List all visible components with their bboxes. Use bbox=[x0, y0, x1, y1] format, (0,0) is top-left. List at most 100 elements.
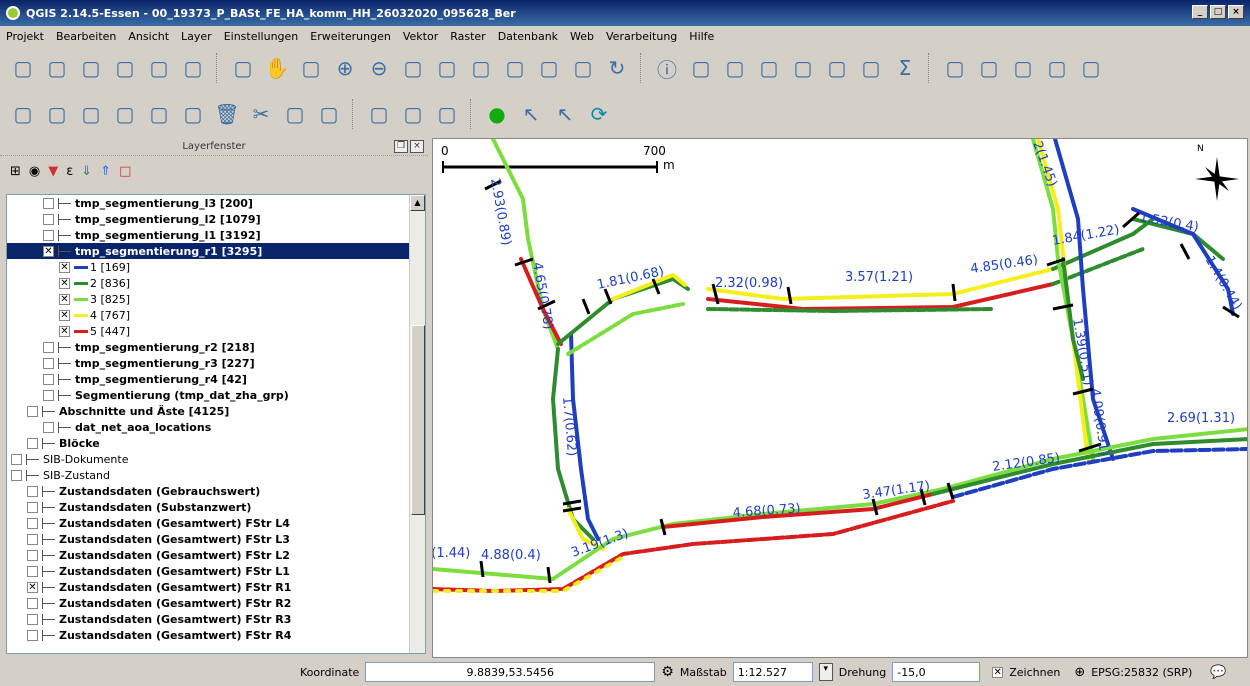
layer-item[interactable]: ✕ 2 [836] bbox=[7, 275, 409, 291]
text-annotation-icon[interactable]: ▢ bbox=[1076, 53, 1106, 83]
layer-checkbox[interactable]: ✕ bbox=[59, 261, 70, 273]
zoom-out-icon[interactable]: ⊖ bbox=[364, 53, 394, 83]
menu-erweiterungen[interactable]: Erweiterungen bbox=[310, 30, 391, 43]
add-group-icon[interactable]: ⊞ bbox=[10, 164, 21, 179]
node-tool-icon[interactable]: ▢ bbox=[178, 99, 208, 129]
layer-checkbox[interactable] bbox=[27, 565, 38, 577]
layer-item[interactable]: ✕ Zustandsdaten (Gesamtwert) FStr R1 bbox=[7, 579, 409, 595]
layer-item[interactable]: Abschnitte und Äste [4125] bbox=[7, 403, 409, 419]
filter-expression-icon[interactable]: ε bbox=[66, 164, 73, 179]
scale-dropdown-icon[interactable]: ▾ bbox=[818, 663, 833, 681]
layer-item[interactable]: dat_net_aoa_locations bbox=[7, 419, 409, 435]
layer-item[interactable]: Zustandsdaten (Substanzwert) bbox=[7, 499, 409, 515]
visibility-icon[interactable]: ◉ bbox=[29, 164, 40, 179]
layer-item[interactable]: tmp_segmentierung_r2 [218] bbox=[7, 339, 409, 355]
scroll-thumb[interactable] bbox=[411, 325, 425, 515]
layer-checkbox[interactable] bbox=[27, 405, 38, 417]
layer-checkbox[interactable]: ✕ bbox=[59, 325, 70, 337]
layer-checkbox[interactable] bbox=[11, 453, 22, 465]
layer-item[interactable]: Zustandsdaten (Gesamtwert) FStr L3 bbox=[7, 531, 409, 547]
layer-checkbox[interactable] bbox=[43, 229, 54, 241]
green-status-icon[interactable]: ● bbox=[482, 99, 512, 129]
menu-ansicht[interactable]: Ansicht bbox=[128, 30, 169, 43]
select-pointer-icon[interactable]: ↖ bbox=[550, 99, 580, 129]
layer-item[interactable]: tmp_segmentierung_r4 [42] bbox=[7, 371, 409, 387]
layer-item[interactable]: tmp_segmentierung_r3 [227] bbox=[7, 355, 409, 371]
menu-projekt[interactable]: Projekt bbox=[6, 30, 44, 43]
layer-checkbox[interactable] bbox=[11, 469, 22, 481]
refresh-circle-icon[interactable]: ⟳ bbox=[584, 99, 614, 129]
open-project-icon[interactable]: ▢ bbox=[42, 53, 72, 83]
menu-datenbank[interactable]: Datenbank bbox=[498, 30, 558, 43]
menu-vektor[interactable]: Vektor bbox=[403, 30, 438, 43]
float-panel-button[interactable]: ❐ bbox=[394, 140, 408, 153]
crs-label[interactable]: EPSG:25832 (SRP) bbox=[1091, 666, 1192, 679]
print-icon[interactable]: ▢ bbox=[398, 99, 428, 129]
toggle-editing-icon[interactable]: ▢ bbox=[42, 99, 72, 129]
menu-hilfe[interactable]: Hilfe bbox=[689, 30, 714, 43]
layer-checkbox[interactable] bbox=[43, 389, 54, 401]
new-project-icon[interactable]: ▢ bbox=[8, 53, 38, 83]
paste-features-icon[interactable]: ▢ bbox=[314, 99, 344, 129]
copy-features-icon[interactable]: ▢ bbox=[280, 99, 310, 129]
zoom-to-selection-icon[interactable]: ▢ bbox=[466, 53, 496, 83]
action-icon[interactable]: ▢ bbox=[686, 53, 716, 83]
layer-item[interactable]: ✕ 4 [767] bbox=[7, 307, 409, 323]
zoom-last-icon[interactable]: ▢ bbox=[534, 53, 564, 83]
layer-item[interactable]: Zustandsdaten (Gesamtwert) FStr R3 bbox=[7, 611, 409, 627]
menu-web[interactable]: Web bbox=[570, 30, 594, 43]
layer-checkbox[interactable] bbox=[27, 517, 38, 529]
select-features-icon[interactable]: ▢ bbox=[720, 53, 750, 83]
map-canvas[interactable]: 0 700 m N 2.93(0.89) 4.65(0.78) 1.81(0.6… bbox=[432, 138, 1248, 658]
layer-item[interactable]: ✕ tmp_segmentierung_r1 [3295] bbox=[7, 243, 409, 259]
layer-item[interactable]: Segmentierung (tmp_dat_zha_grp) bbox=[7, 387, 409, 403]
rotation-field[interactable]: -15,0 bbox=[892, 662, 981, 682]
layer-item[interactable]: Zustandsdaten (Gesamtwert) FStr R2 bbox=[7, 595, 409, 611]
field-calculator-icon[interactable]: ▢ bbox=[856, 53, 886, 83]
map-tips-icon[interactable]: ▢ bbox=[974, 53, 1004, 83]
layer-tree-scrollbar[interactable]: ▲ bbox=[409, 195, 425, 653]
zoom-full-icon[interactable]: ▢ bbox=[432, 53, 462, 83]
layer-item[interactable]: SIB-Zustand bbox=[7, 467, 409, 483]
layer-checkbox[interactable] bbox=[27, 437, 38, 449]
layer-item[interactable]: ✕ 5 [447] bbox=[7, 323, 409, 339]
expand-all-icon[interactable]: ⇓ bbox=[81, 164, 92, 179]
layer-item[interactable]: ✕ 1 [169] bbox=[7, 259, 409, 275]
layer-item[interactable]: tmp_segmentierung_l3 [200] bbox=[7, 195, 409, 211]
scale-field[interactable]: 1:12.527 bbox=[732, 662, 813, 682]
attribute-table-icon[interactable]: ▢ bbox=[822, 53, 852, 83]
layer-item[interactable]: ✕ 3 [825] bbox=[7, 291, 409, 307]
layer-checkbox[interactable] bbox=[43, 197, 54, 209]
menu-bearbeiten[interactable]: Bearbeiten bbox=[56, 30, 116, 43]
identify-icon[interactable]: ⓘ bbox=[652, 53, 682, 83]
pointer-icon[interactable]: ↖ bbox=[516, 99, 546, 129]
layer-checkbox[interactable] bbox=[27, 613, 38, 625]
remove-layer-icon[interactable]: □ bbox=[119, 164, 131, 179]
collapse-all-icon[interactable]: ⇑ bbox=[100, 164, 111, 179]
messages-icon[interactable]: 💬 bbox=[1210, 665, 1226, 680]
filter-icon[interactable]: ▼ bbox=[48, 164, 58, 179]
menu-einstellungen[interactable]: Einstellungen bbox=[224, 30, 299, 43]
statistics-icon[interactable]: Σ bbox=[890, 53, 920, 83]
add-feature-icon[interactable]: ▢ bbox=[110, 99, 140, 129]
layer-item[interactable]: tmp_segmentierung_l1 [3192] bbox=[7, 227, 409, 243]
maximize-button[interactable]: □ bbox=[1210, 5, 1226, 19]
layer-checkbox[interactable]: ✕ bbox=[43, 245, 54, 257]
minimize-button[interactable]: _ bbox=[1192, 5, 1208, 19]
save-project-icon[interactable]: ▢ bbox=[76, 53, 106, 83]
touch-icon[interactable]: ▢ bbox=[228, 53, 258, 83]
zoom-in-icon[interactable]: ⊕ bbox=[330, 53, 360, 83]
new-print-composer-icon[interactable]: ▢ bbox=[144, 53, 174, 83]
cut-features-icon[interactable]: ✂ bbox=[246, 99, 276, 129]
layer-checkbox[interactable]: ✕ bbox=[59, 293, 70, 305]
layer-item[interactable]: Zustandsdaten (Gesamtwert) FStr R4 bbox=[7, 627, 409, 643]
layer-checkbox[interactable] bbox=[43, 357, 54, 369]
show-bookmarks-icon[interactable]: ▢ bbox=[1042, 53, 1072, 83]
composer-manager-icon[interactable]: ▢ bbox=[178, 53, 208, 83]
coordinate-field[interactable]: 9.8839,53.5456 bbox=[365, 662, 656, 682]
menu-layer[interactable]: Layer bbox=[181, 30, 212, 43]
table-icon[interactable]: ▢ bbox=[432, 99, 462, 129]
layer-checkbox[interactable] bbox=[27, 597, 38, 609]
layer-checkbox[interactable] bbox=[43, 341, 54, 353]
layer-item[interactable]: Zustandsdaten (Gesamtwert) FStr L1 bbox=[7, 563, 409, 579]
